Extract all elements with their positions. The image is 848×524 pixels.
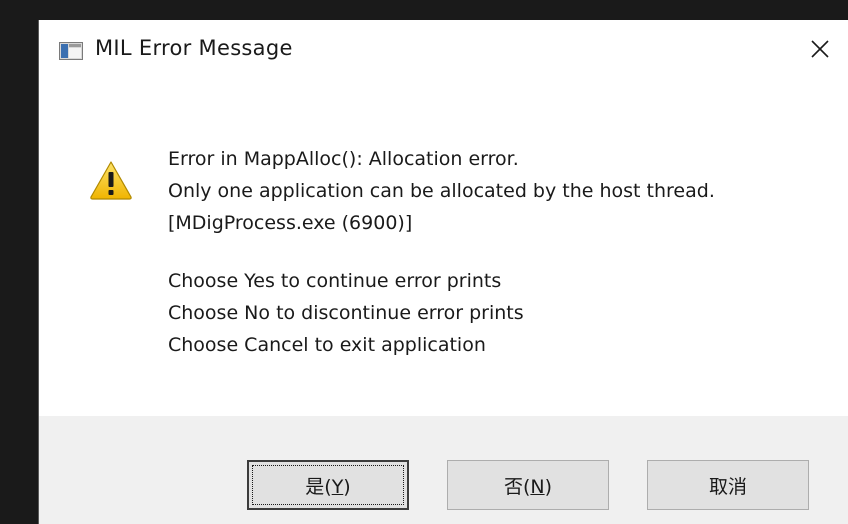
cancel-button[interactable]: 取消 [647, 460, 809, 510]
no-button[interactable]: 否(N) [447, 460, 609, 510]
dialog-title: MIL Error Message [95, 36, 293, 60]
desktop-background-top [0, 0, 848, 20]
message-line: Only one application can be allocated by… [168, 180, 715, 202]
screen: MIL Error Message Error in MappAlloc(): … [0, 0, 848, 524]
dialog-content: Error in MappAlloc(): Allocation error. … [39, 82, 848, 432]
message-line: Error in MappAlloc(): Allocation error. [168, 148, 519, 170]
yes-button[interactable]: 是(Y) [247, 460, 409, 510]
choice-line-cancel: Choose Cancel to exit application [168, 334, 486, 356]
choice-line-yes: Choose Yes to continue error prints [168, 270, 502, 292]
focus-ring [252, 465, 404, 505]
close-icon [810, 39, 830, 63]
no-button-label: 否(N) [503, 475, 553, 498]
cancel-button-label: 取消 [708, 475, 747, 498]
title-bar[interactable]: MIL Error Message [39, 20, 848, 82]
close-button[interactable] [802, 34, 838, 68]
error-message: Error in MappAlloc(): Allocation error. … [168, 143, 715, 361]
message-line: [MDigProcess.exe (6900)] [168, 212, 413, 234]
warning-icon [89, 160, 133, 200]
app-window-icon [59, 42, 83, 60]
desktop-background-left [0, 0, 38, 524]
choice-line-no: Choose No to discontinue error prints [168, 302, 524, 324]
error-dialog: MIL Error Message Error in MappAlloc(): … [38, 20, 848, 524]
button-bar: 是(Y) 否(N) 取消 [39, 416, 848, 524]
